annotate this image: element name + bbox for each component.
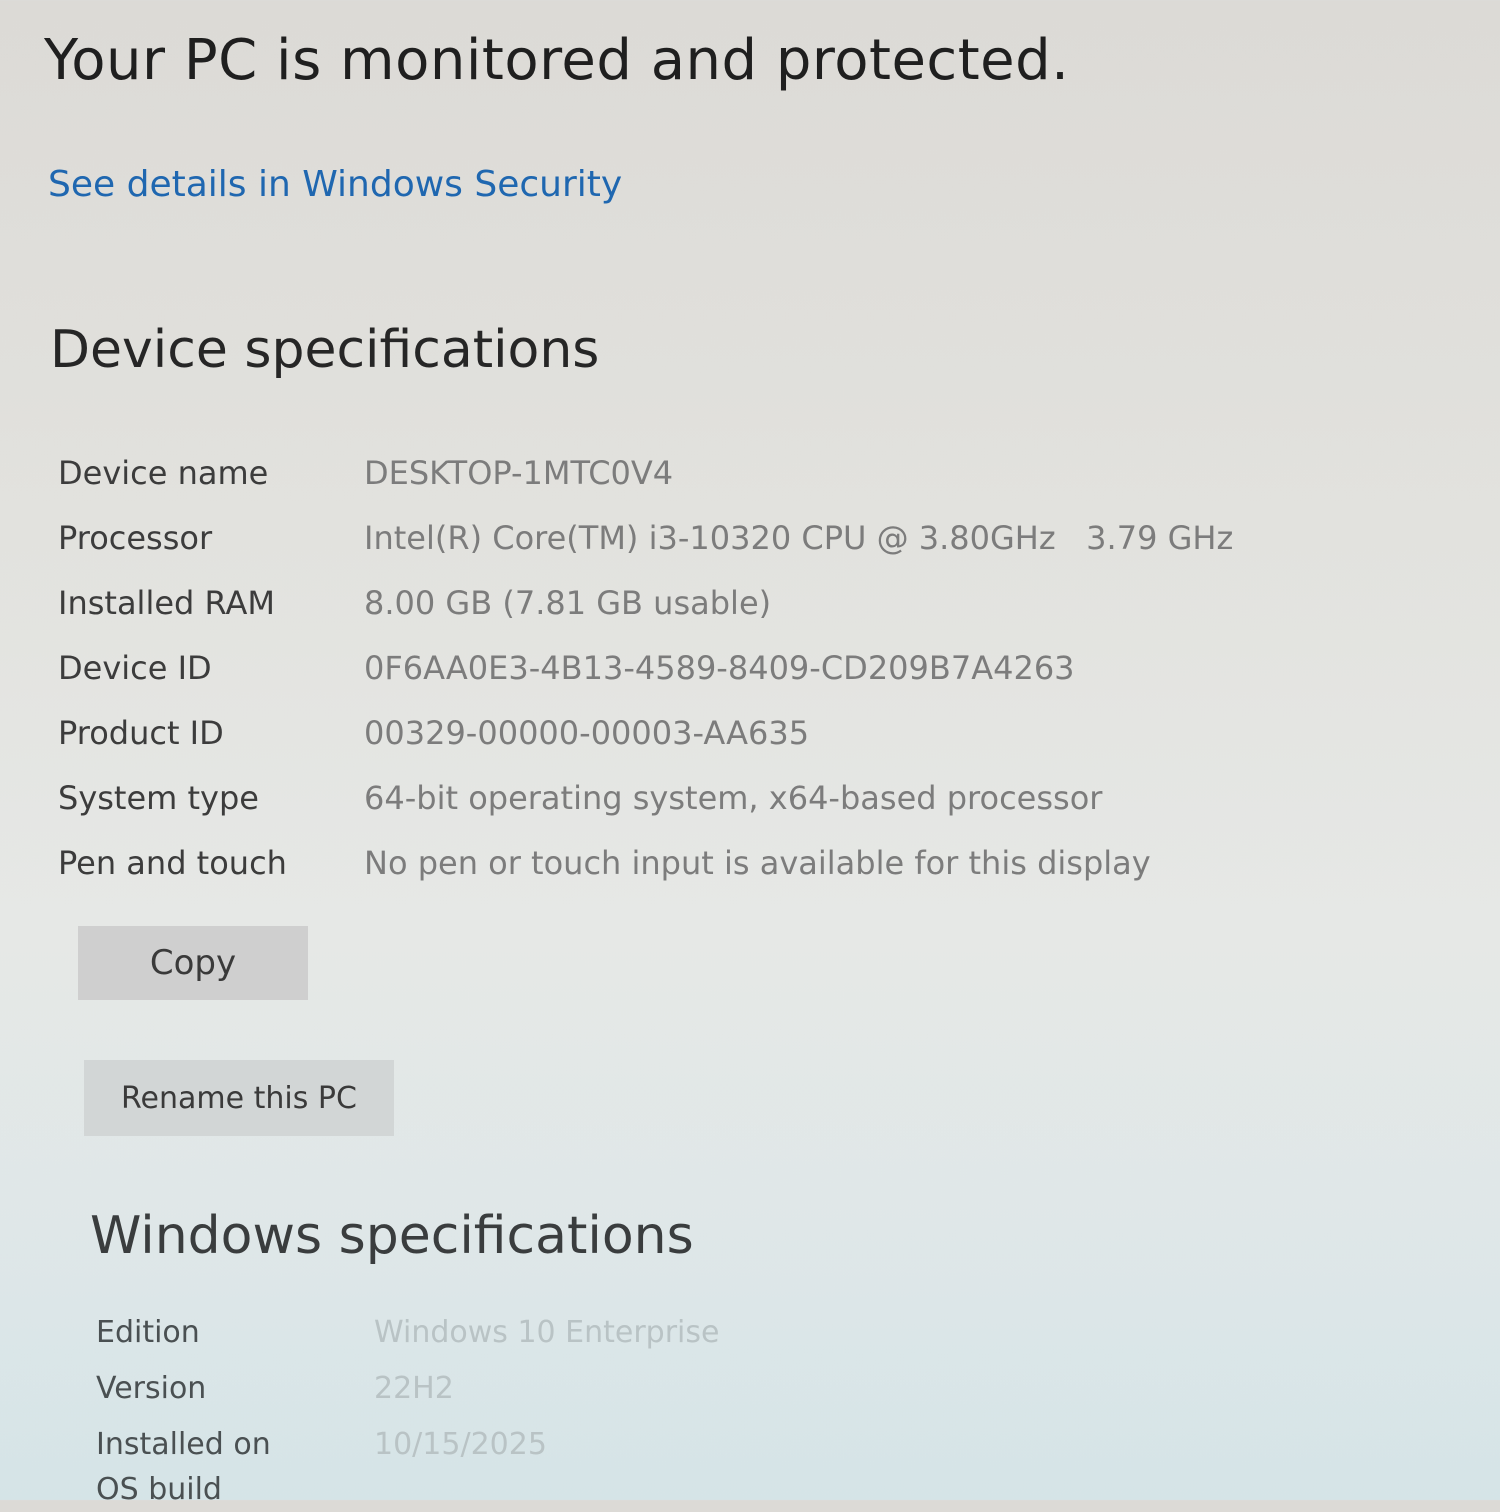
win-row-version: Version 22H2: [96, 1360, 1396, 1416]
spec-value: 00329-00000-00003-AA635: [364, 713, 810, 752]
win-spec-label: Installed on: [96, 1426, 271, 1462]
spec-value: No pen or touch input is available for t…: [364, 843, 1151, 882]
win-spec-value: 22H2: [374, 1370, 454, 1406]
spec-label: Product ID: [58, 713, 224, 752]
windows-specifications-table: Edition Windows 10 Enterprise Version 22…: [96, 1304, 1396, 1512]
windows-security-link[interactable]: See details in Windows Security: [48, 164, 622, 205]
spec-label: Pen and touch: [58, 843, 287, 882]
security-status-headline: Your PC is monitored and protected.: [44, 28, 1070, 93]
spec-label: Processor: [58, 518, 213, 557]
win-spec-value: 10/15/2025: [374, 1426, 547, 1462]
spec-value: 64-bit operating system, x64-based proce…: [364, 778, 1103, 817]
spec-row-product-id: Product ID 00329-00000-00003-AA635: [58, 700, 1358, 765]
spec-label: Device name: [58, 453, 269, 492]
spec-row-device-id: Device ID 0F6AA0E3-4B13-4589-8409-CD209B…: [58, 635, 1358, 700]
win-row-edition: Edition Windows 10 Enterprise: [96, 1304, 1396, 1360]
win-row-installed-on: Installed on 10/15/2025: [96, 1416, 1396, 1472]
spec-label: Device ID: [58, 648, 212, 687]
spec-row-system-type: System type 64-bit operating system, x64…: [58, 765, 1358, 830]
win-spec-label: Edition: [96, 1314, 200, 1350]
device-specifications-title: Device specifications: [50, 320, 600, 380]
copy-button[interactable]: Copy: [78, 926, 308, 1000]
spec-row-installed-ram: Installed RAM 8.00 GB (7.81 GB usable): [58, 570, 1358, 635]
spec-value: 8.00 GB (7.81 GB usable): [364, 583, 772, 622]
settings-about-page: Your PC is monitored and protected. See …: [0, 0, 1500, 1507]
spec-value: 0F6AA0E3-4B13-4589-8409-CD209B7A4263: [364, 648, 1075, 687]
spec-row-processor: Processor Intel(R) Core(TM) i3-10320 CPU…: [58, 505, 1358, 570]
win-spec-label: OS build: [96, 1472, 222, 1507]
win-spec-label: Version: [96, 1370, 207, 1406]
win-spec-value: Windows 10 Enterprise: [374, 1314, 720, 1350]
spec-value: Intel(R) Core(TM) i3-10320 CPU @ 3.80GHz…: [364, 518, 1234, 557]
windows-specifications-title: Windows specifications: [90, 1206, 694, 1266]
spec-row-device-name: Device name DESKTOP-1MTC0V4: [58, 440, 1358, 505]
spec-label: Installed RAM: [58, 583, 275, 622]
spec-value: DESKTOP-1MTC0V4: [364, 453, 674, 492]
spec-label: System type: [58, 778, 259, 817]
device-specifications-table: Device name DESKTOP-1MTC0V4 Processor In…: [58, 440, 1358, 895]
win-row-os-build: OS build: [96, 1472, 1396, 1512]
spec-row-pen-and-touch: Pen and touch No pen or touch input is a…: [58, 830, 1358, 895]
rename-pc-button[interactable]: Rename this PC: [84, 1060, 394, 1136]
